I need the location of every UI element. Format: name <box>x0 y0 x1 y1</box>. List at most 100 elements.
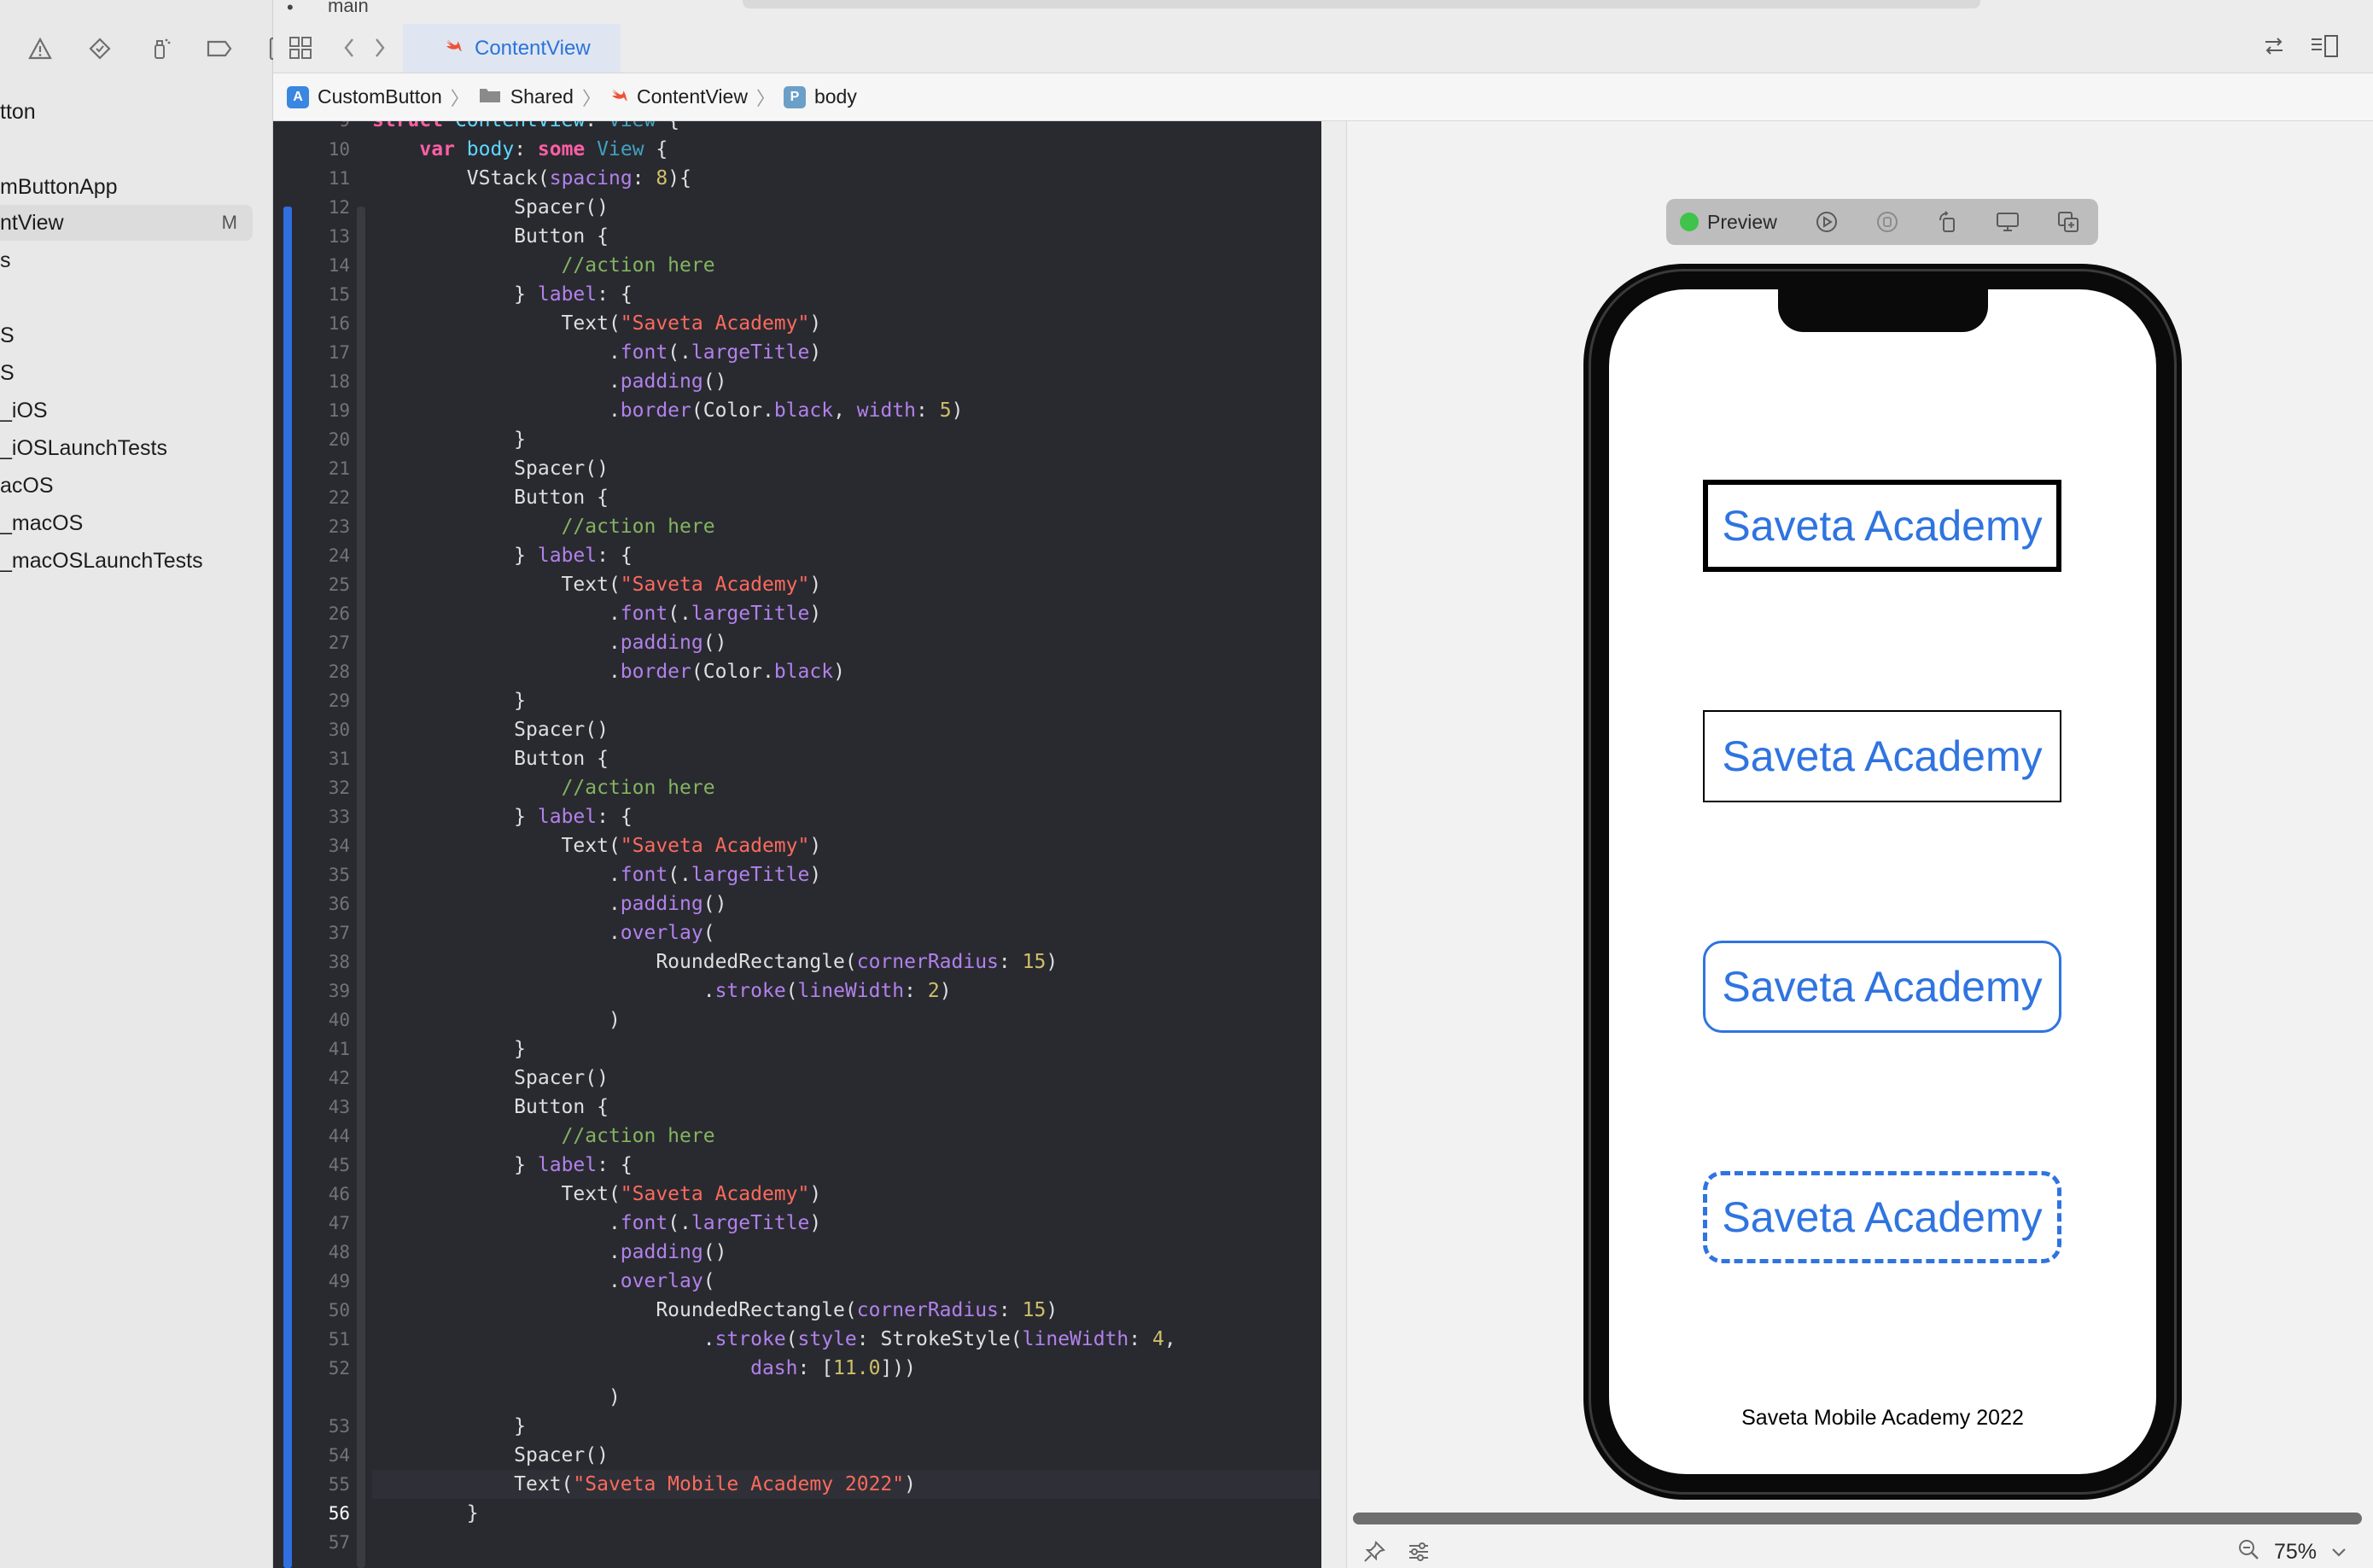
code-line: } label: { <box>372 283 633 306</box>
code-line: .font(.largeTitle) <box>372 864 822 886</box>
zoom-out-magnifier-icon[interactable] <box>2236 1537 2260 1567</box>
test-diamond-icon[interactable] <box>85 34 114 63</box>
line-number: 31 <box>328 749 350 769</box>
line-number: 28 <box>328 662 350 682</box>
line-number: 17 <box>328 342 350 363</box>
line-number: 9 <box>292 121 355 135</box>
tab-label: ContentView <box>475 36 591 60</box>
saveta-button-dashed[interactable]: Saveta Academy <box>1703 1171 2061 1263</box>
breadcrumb-project-label: CustomButton <box>318 85 442 108</box>
tree-item-label: ntView <box>0 211 64 235</box>
canvas-horizontal-scrollbar[interactable] <box>1353 1513 2362 1524</box>
line-number: 16 <box>328 313 350 334</box>
tree-item-label: tton <box>0 100 36 124</box>
code-line: .padding() <box>372 632 727 654</box>
xcode-window: tton mButtonApp ntView M s S S _iOS _iOSL… <box>0 0 2373 1568</box>
code-line: //action here <box>561 516 715 538</box>
line-number: 24 <box>328 545 350 566</box>
breadcrumb-folder[interactable]: Shared <box>478 85 574 109</box>
breadcrumb-file-label: ContentView <box>636 85 748 108</box>
line-number: 22 <box>328 487 350 508</box>
tree-item-macos-launch[interactable]: _macOSLaunchTests <box>0 543 203 579</box>
tree-item-contentview[interactable]: ntView M <box>0 205 253 241</box>
code-line: } <box>372 1038 527 1060</box>
rotate-device-button[interactable] <box>1917 199 1978 245</box>
duplicate-preview-button[interactable] <box>2038 199 2098 245</box>
line-number: 50 <box>328 1300 350 1320</box>
line-number: 37 <box>328 923 350 943</box>
tree-item-app[interactable]: mButtonApp <box>0 169 118 205</box>
code-line: } label: { <box>372 545 633 567</box>
line-number: 36 <box>328 894 350 914</box>
inspect-circle-icon <box>1877 212 1898 232</box>
code-line: Spacer() <box>372 196 609 219</box>
debug-spray-icon[interactable] <box>145 34 174 63</box>
selectable-mode-button[interactable] <box>1857 199 1918 245</box>
change-indicator-bar <box>283 207 292 1568</box>
issue-warning-icon[interactable] <box>26 34 55 63</box>
code-line: Button { <box>372 225 609 248</box>
code-line: Button { <box>372 748 609 770</box>
preview-toolbar: Preview <box>1666 199 2098 245</box>
breadcrumb-symbol[interactable]: P body <box>783 85 857 108</box>
line-number: 51 <box>328 1329 350 1349</box>
tree-item-tests-macos[interactable]: acOS <box>0 468 54 504</box>
pane-divider[interactable] <box>1321 121 1347 1568</box>
variants-sliders-icon[interactable] <box>1407 1540 1431 1568</box>
tree-item-custombutton[interactable]: tton <box>0 94 36 130</box>
device-notch <box>1778 289 1988 332</box>
tree-item-ios[interactable]: S <box>0 318 15 353</box>
code-folding-ribbon[interactable] <box>357 207 365 1568</box>
code-line: Spacer() <box>372 458 609 480</box>
tree-item-tests-ios[interactable]: _iOS <box>0 393 48 428</box>
code-line: .padding() <box>372 370 727 393</box>
title-bar: • main <box>273 0 2373 24</box>
inspector-toggle-icon[interactable] <box>2310 34 2339 64</box>
button-label: Saveta Academy <box>1722 732 2043 780</box>
saveta-button-rounded[interactable]: Saveta Academy <box>1703 941 2061 1033</box>
tree-item-macos[interactable]: S <box>0 355 15 391</box>
saveta-button-thin-border[interactable]: Saveta Academy <box>1703 710 2061 802</box>
branch-dot: • <box>287 0 294 18</box>
line-number: 53 <box>328 1416 350 1437</box>
editor-options <box>2262 34 2339 64</box>
line-number: 33 <box>328 807 350 827</box>
breadcrumb-file[interactable]: ContentView <box>609 85 748 109</box>
back-chevron-icon[interactable] <box>341 36 357 64</box>
code-line: } <box>372 690 527 712</box>
line-number: 14 <box>328 255 350 276</box>
tab-contentview[interactable]: ContentView <box>403 24 621 73</box>
code-line: .stroke(lineWidth: 2) <box>372 980 952 1002</box>
breadcrumb-folder-label: Shared <box>510 85 574 108</box>
tree-item-tests-ios-launch[interactable]: _iOSLaunchTests <box>0 430 167 466</box>
code-line: ) <box>372 1386 621 1408</box>
code-line: Text("Saveta Academy") <box>372 312 822 335</box>
saveta-button-thick-border[interactable]: Saveta Academy <box>1703 480 2061 572</box>
code-line: .font(.largeTitle) <box>372 341 822 364</box>
tree-item-assets[interactable]: s <box>0 242 11 278</box>
swap-arrows-icon[interactable] <box>2262 34 2286 64</box>
zoom-control[interactable]: 75% <box>2236 1536 2347 1568</box>
tree-item-macos-target[interactable]: _macOS <box>0 505 83 541</box>
pin-icon[interactable] <box>1362 1540 1386 1568</box>
breakpoint-tag-icon[interactable] <box>205 34 234 63</box>
live-status-icon <box>1680 213 1699 231</box>
grid-icon[interactable] <box>289 36 312 64</box>
play-circle-icon <box>1816 212 1838 232</box>
tree-item-label: _iOS <box>0 399 48 423</box>
line-number <box>292 1383 355 1412</box>
device-settings-button[interactable] <box>1978 199 2038 245</box>
branch-name: main <box>328 0 369 16</box>
tree-item-label: _macOS <box>0 511 84 535</box>
code-line: } <box>372 1502 479 1524</box>
forward-chevron-icon[interactable] <box>372 36 388 64</box>
preview-mode-button[interactable]: Preview <box>1680 199 1797 245</box>
breadcrumb-project[interactable]: A CustomButton <box>287 85 442 108</box>
code-line: .stroke(style: StrokeStyle(lineWidth: 4, <box>372 1328 1176 1350</box>
line-number: 10 <box>328 139 350 160</box>
code-line: //action here <box>561 1125 715 1147</box>
chevron-down-icon[interactable] <box>2330 1540 2347 1565</box>
live-preview-button[interactable] <box>1797 199 1857 245</box>
tree-item-label: mButtonApp <box>0 175 118 199</box>
source-editor[interactable]: 9 10 11 12 13 14 15 16 17 18 19 20 21 22 23 24 25 26 27 28 2… <box>273 121 1321 1568</box>
